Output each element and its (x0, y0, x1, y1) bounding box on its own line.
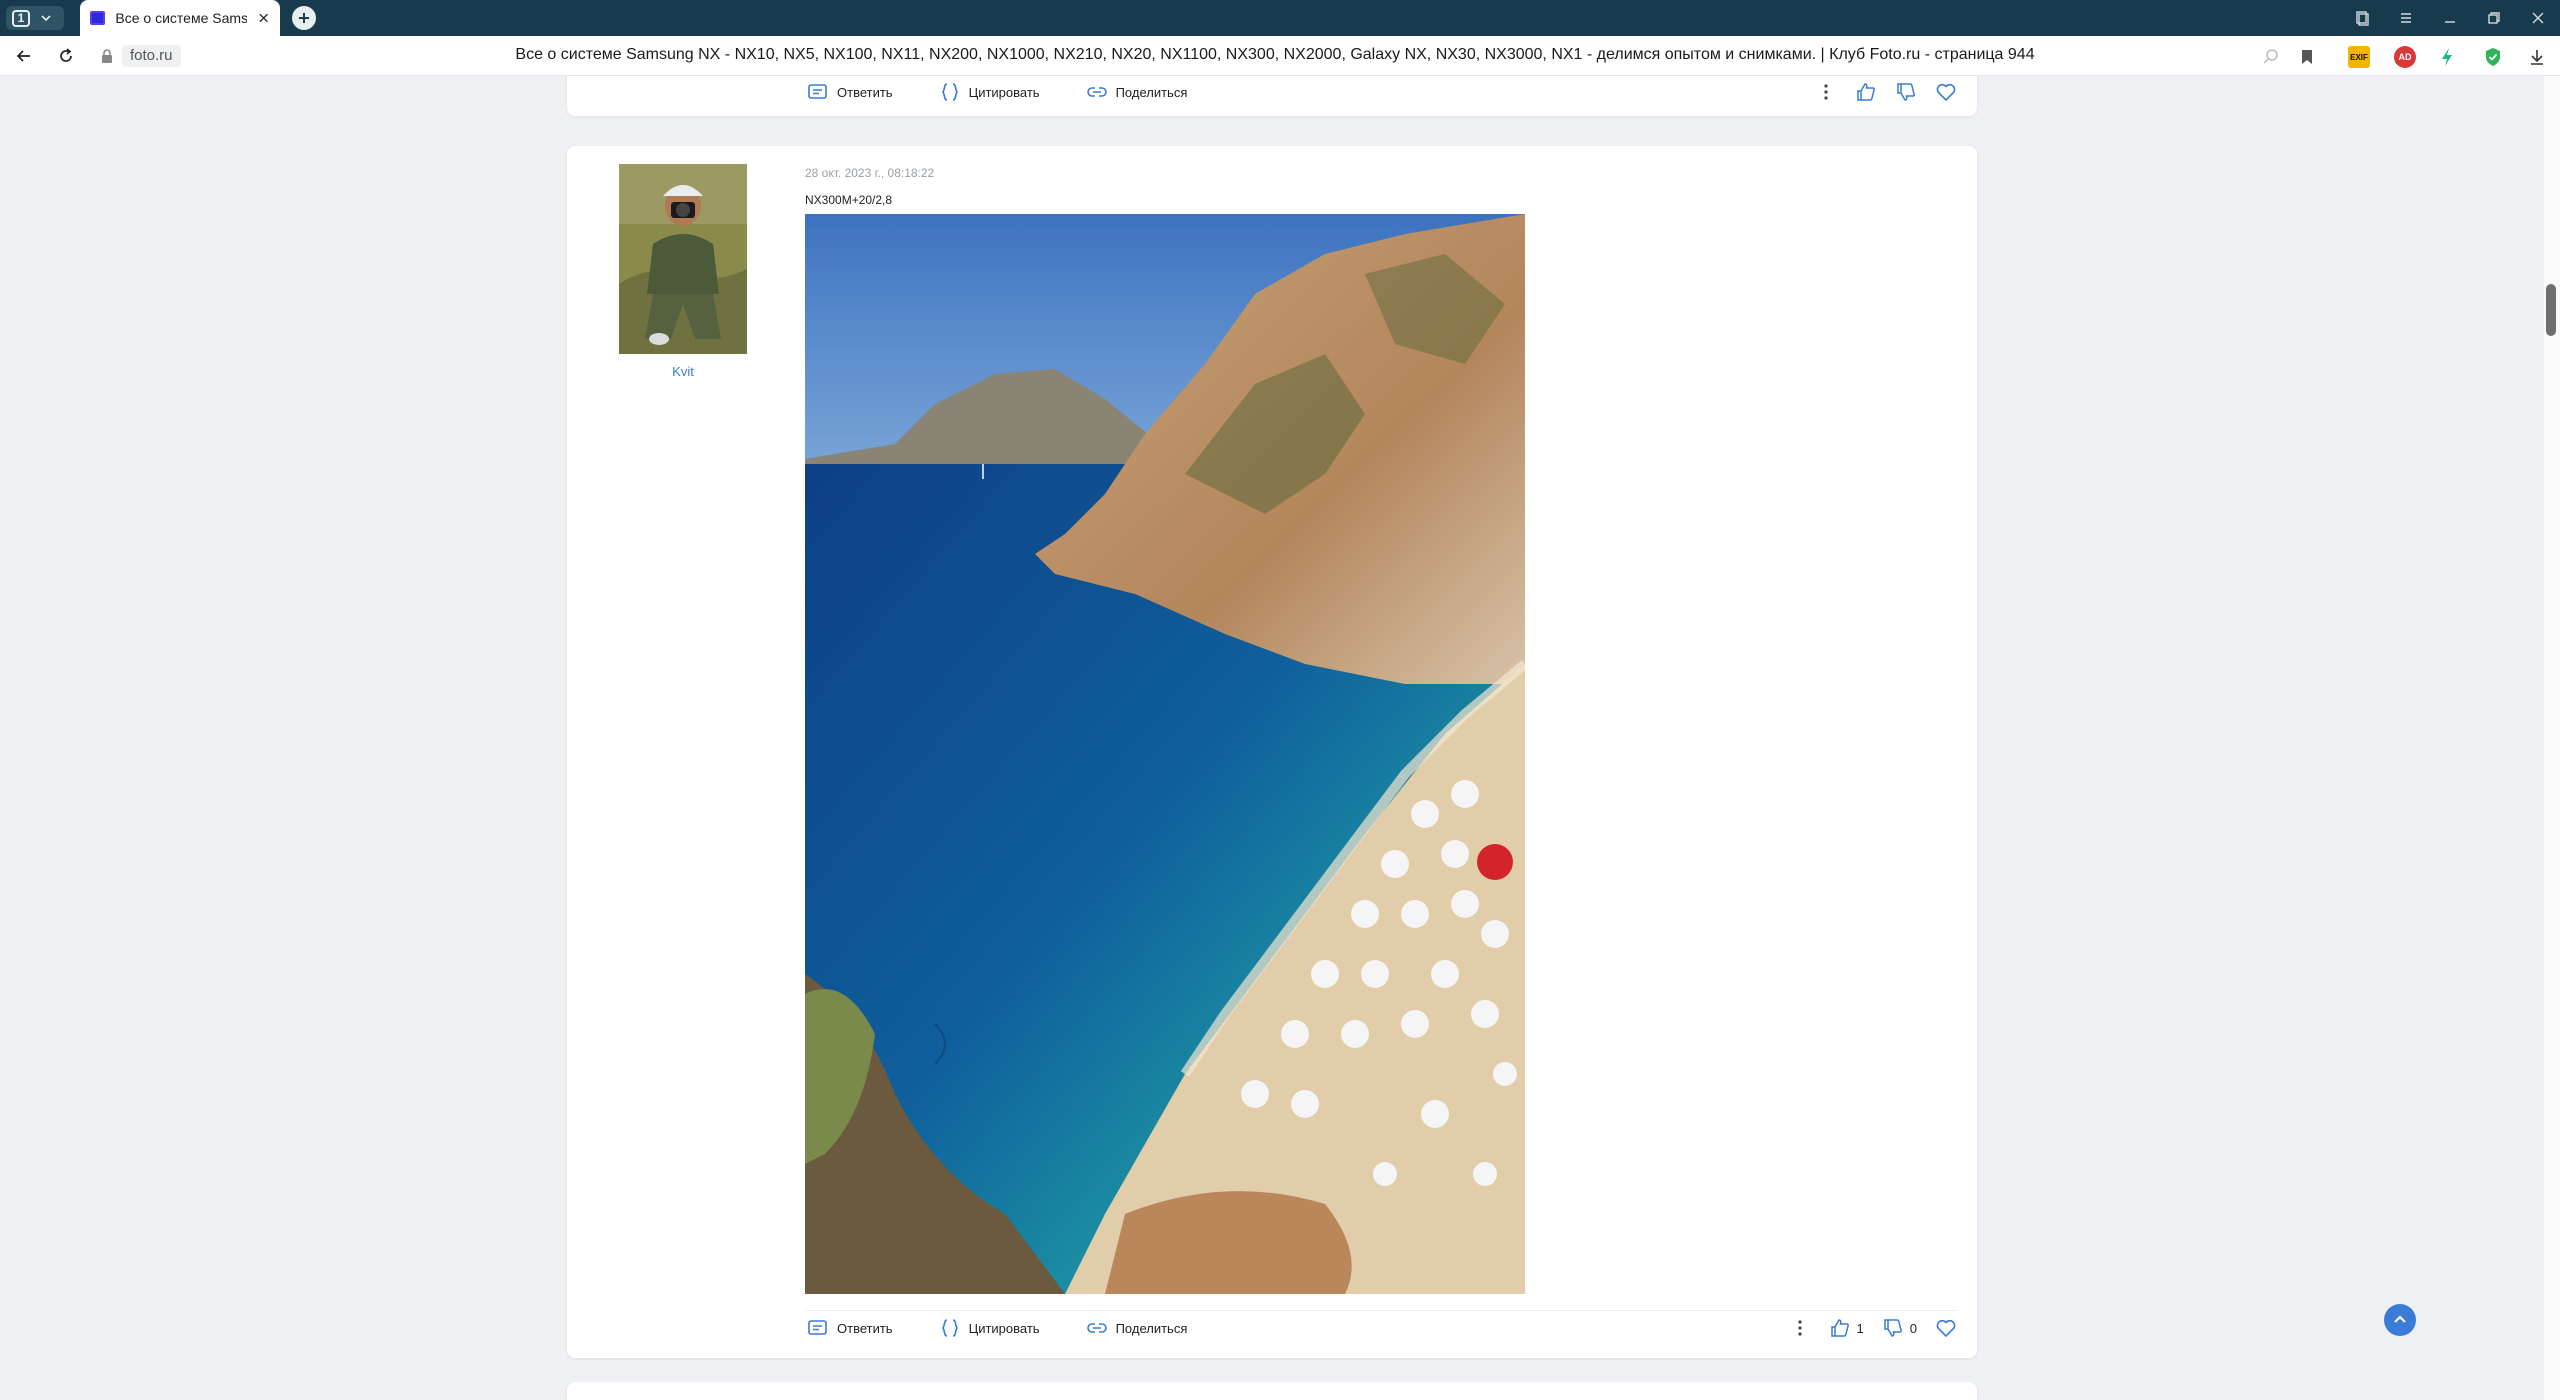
window-controls (2354, 0, 2546, 36)
share-button[interactable]: Поделиться (1086, 1317, 1188, 1339)
quote-button[interactable]: Цитировать (939, 1317, 1040, 1339)
beach-photo-image (805, 214, 1525, 1294)
post-text: NX300M+20/2,8 (805, 193, 893, 207)
dislike-button[interactable]: 0 (1882, 1317, 1917, 1339)
reply-label: Ответить (837, 1320, 893, 1336)
post-timestamp: 28 окт. 2023 г., 08:18:22 (805, 166, 935, 180)
reply-button[interactable]: Ответить (807, 81, 893, 103)
favorite-heart-icon[interactable] (1935, 81, 1957, 103)
chevron-up-icon (2394, 1315, 2406, 1323)
plus-icon (299, 13, 309, 23)
previous-post-actions: Ответить Цитировать Поделиться (807, 76, 1957, 109)
photographer-avatar-image (619, 164, 747, 354)
tab-count: 1 (12, 9, 30, 27)
page-title[interactable]: Все о системе Samsung NX - NX10, NX5, NX… (360, 46, 2190, 64)
scroll-to-top-button[interactable] (2384, 1304, 2416, 1336)
shield-extension-icon[interactable] (2482, 46, 2504, 68)
lock-icon[interactable] (100, 48, 114, 64)
forum-post-card: Kvit 28 окт. 2023 г., 08:18:22 NX300M+20… (567, 146, 1977, 1358)
adblock-extension-icon[interactable]: AD (2394, 46, 2416, 68)
like-icon[interactable] (1855, 81, 1877, 103)
back-arrow-icon[interactable] (14, 46, 34, 66)
reply-label: Ответить (837, 84, 893, 100)
share-button[interactable]: Поделиться (1086, 81, 1188, 103)
post-actions: Ответить Цитировать Поделиться 1 0 (807, 1311, 1957, 1345)
close-window-icon[interactable] (2530, 10, 2546, 26)
like-count: 1 (1856, 1320, 1864, 1336)
quote-braces-icon (941, 1319, 958, 1337)
link-icon (1086, 1323, 1107, 1333)
link-icon (1086, 87, 1107, 97)
post-photo[interactable] (805, 214, 1525, 1294)
menu-icon[interactable] (2398, 10, 2414, 26)
close-tab-icon[interactable] (257, 11, 270, 25)
tab-counter-button[interactable]: 1 (6, 6, 64, 30)
page-content: Ответить Цитировать Поделиться Kvit 28 о… (0, 76, 2560, 1400)
site-favicon-icon (90, 11, 106, 25)
post-reactions: 1 0 (1789, 1317, 1957, 1339)
url-domain[interactable]: foto.ru (122, 45, 181, 67)
lightning-extension-icon[interactable] (2436, 46, 2458, 68)
exif-extension-icon[interactable]: EXIF (2348, 46, 2370, 68)
author-avatar[interactable] (619, 164, 747, 354)
tab-bar: 1 Все о системе Samsung NX - NX10, NX5, … (0, 0, 2560, 36)
download-icon[interactable] (2526, 46, 2548, 68)
author-username[interactable]: Kvit (619, 364, 747, 379)
dislike-icon[interactable] (1895, 81, 1917, 103)
chevron-down-icon (41, 15, 51, 22)
scrollbar-thumb[interactable] (2546, 284, 2556, 336)
restore-icon[interactable] (2486, 10, 2502, 26)
reload-icon[interactable] (56, 46, 76, 66)
quote-label: Цитировать (968, 84, 1040, 100)
more-options-icon[interactable] (1815, 81, 1837, 103)
previous-post-card: Ответить Цитировать Поделиться (567, 76, 1977, 116)
dislike-icon (1884, 1319, 1902, 1337)
address-bar: foto.ru Все о системе Samsung NX - NX10,… (0, 36, 2560, 76)
like-button[interactable]: 1 (1829, 1317, 1864, 1339)
quote-label: Цитировать (968, 1320, 1040, 1336)
tab-title: Все о системе Samsung NX - NX10, NX5, NX… (115, 10, 247, 26)
search-page-icon[interactable] (2260, 46, 2282, 68)
new-tab-button[interactable] (292, 6, 316, 30)
reply-icon (808, 84, 827, 99)
minimize-icon[interactable] (2442, 10, 2458, 26)
more-options-icon[interactable] (1789, 1317, 1811, 1339)
quote-button[interactable]: Цитировать (939, 81, 1040, 103)
reply-icon (808, 1320, 827, 1335)
scrollbar-track[interactable] (2544, 76, 2560, 1400)
next-post-card (567, 1382, 1977, 1400)
dislike-count: 0 (1909, 1320, 1917, 1336)
share-label: Поделиться (1115, 84, 1188, 100)
post-reactions (1815, 81, 1957, 103)
like-icon (1830, 1319, 1849, 1337)
bookmark-icon[interactable] (2296, 46, 2318, 68)
reply-button[interactable]: Ответить (807, 1317, 893, 1339)
quote-braces-icon (941, 83, 958, 101)
favorite-heart-icon[interactable] (1935, 1317, 1957, 1339)
share-label: Поделиться (1115, 1320, 1188, 1336)
bookmarks-panel-icon[interactable] (2354, 10, 2370, 26)
active-tab[interactable]: Все о системе Samsung NX - NX10, NX5, NX… (80, 0, 280, 36)
